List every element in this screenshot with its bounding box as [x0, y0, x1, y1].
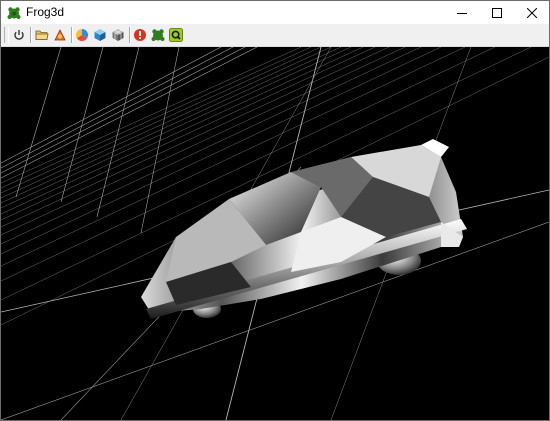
maximize-button[interactable]	[480, 1, 514, 24]
color-button[interactable]	[74, 27, 90, 43]
solid-view-button[interactable]	[92, 27, 108, 43]
car-model	[141, 139, 467, 319]
3d-viewport[interactable]	[1, 47, 549, 420]
cube-icon	[94, 29, 106, 41]
close-button[interactable]	[515, 1, 549, 24]
close-icon	[527, 7, 537, 18]
app-window: Frog3d	[0, 0, 550, 421]
open-folder-icon	[35, 30, 49, 40]
power-icon	[14, 30, 24, 40]
import-model-button[interactable]	[52, 27, 68, 43]
q-button[interactable]	[168, 27, 184, 43]
import-model-icon	[54, 29, 66, 41]
toolbar-separator	[71, 27, 72, 43]
wireframe-cube-icon	[112, 29, 124, 41]
frog-app-icon	[7, 6, 21, 20]
toolbar	[1, 24, 549, 47]
q-icon	[169, 28, 183, 42]
open-button[interactable]	[34, 27, 50, 43]
frog-icon	[151, 29, 165, 41]
title-bar[interactable]: Frog3d	[1, 1, 549, 24]
wireframe-view-button[interactable]	[110, 27, 126, 43]
info-icon	[134, 29, 146, 41]
toolbar-grip[interactable]	[4, 27, 9, 43]
toolbar-separator	[30, 27, 31, 43]
minimize-icon	[457, 12, 467, 14]
maximize-icon	[492, 7, 502, 18]
minimize-button[interactable]	[445, 1, 479, 24]
toolbar-separator	[129, 27, 130, 43]
frog-button[interactable]	[150, 27, 166, 43]
power-button[interactable]	[11, 27, 27, 43]
info-button[interactable]	[132, 27, 148, 43]
window-title: Frog3d	[26, 5, 65, 19]
color-wheel-icon	[75, 28, 89, 42]
scene	[1, 47, 549, 420]
